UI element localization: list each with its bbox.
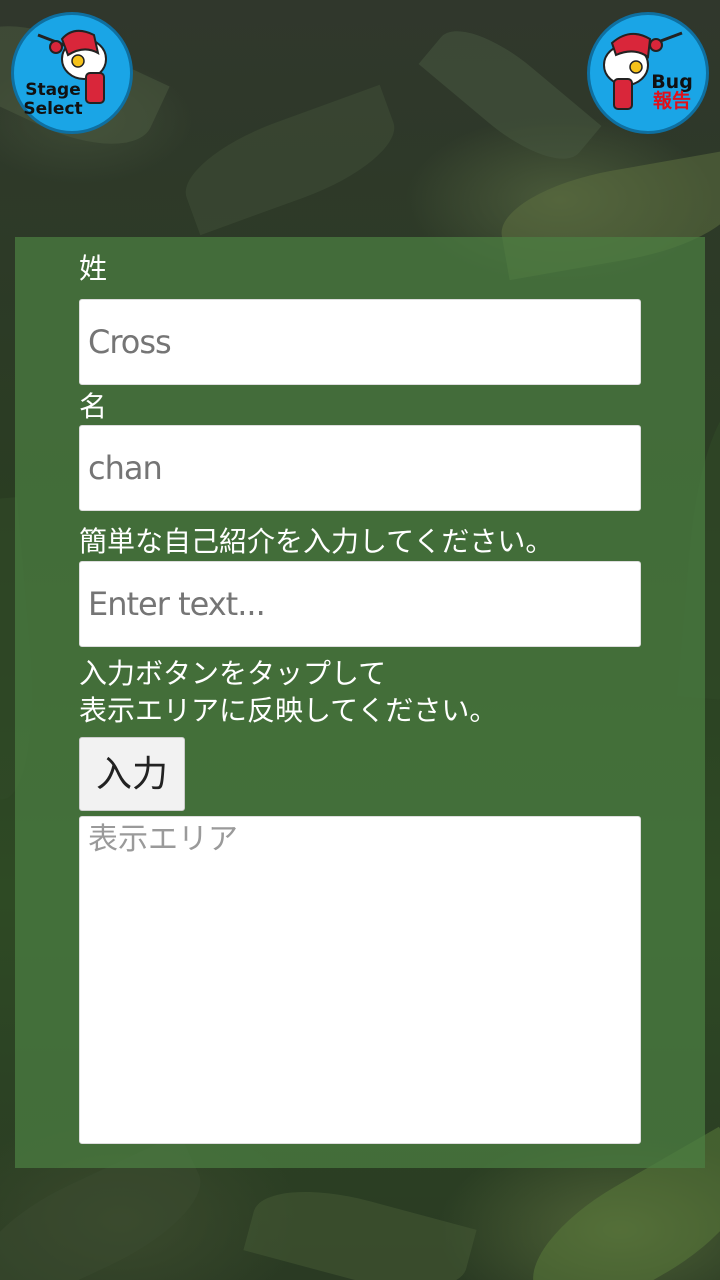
instruction-line2: 表示エリアに反映してください。 <box>79 694 498 727</box>
last-name-field[interactable] <box>79 299 641 385</box>
stage-select-button[interactable]: Stage Select <box>11 12 133 134</box>
bug-report-line2: 報告 <box>652 90 691 112</box>
enter-button[interactable]: 入力 <box>79 737 185 811</box>
bug-report-button[interactable]: Bug 報告 <box>587 12 709 134</box>
stage-select-label: Stage Select <box>18 81 88 119</box>
intro-label: 簡単な自己紹介を入力してください。 <box>79 525 554 558</box>
bug-report-label: Bug 報告 <box>642 73 702 111</box>
stage-select-line1: Stage <box>25 80 81 100</box>
first-name-label: 名 <box>79 390 108 423</box>
first-name-field[interactable] <box>79 425 641 511</box>
instruction-line1: 入力ボタンをタップして <box>79 657 387 690</box>
intro-field[interactable] <box>79 561 641 647</box>
last-name-label: 姓 <box>79 252 108 285</box>
display-area: 表示エリア <box>79 816 641 1144</box>
stage-select-line2: Select <box>23 99 83 119</box>
